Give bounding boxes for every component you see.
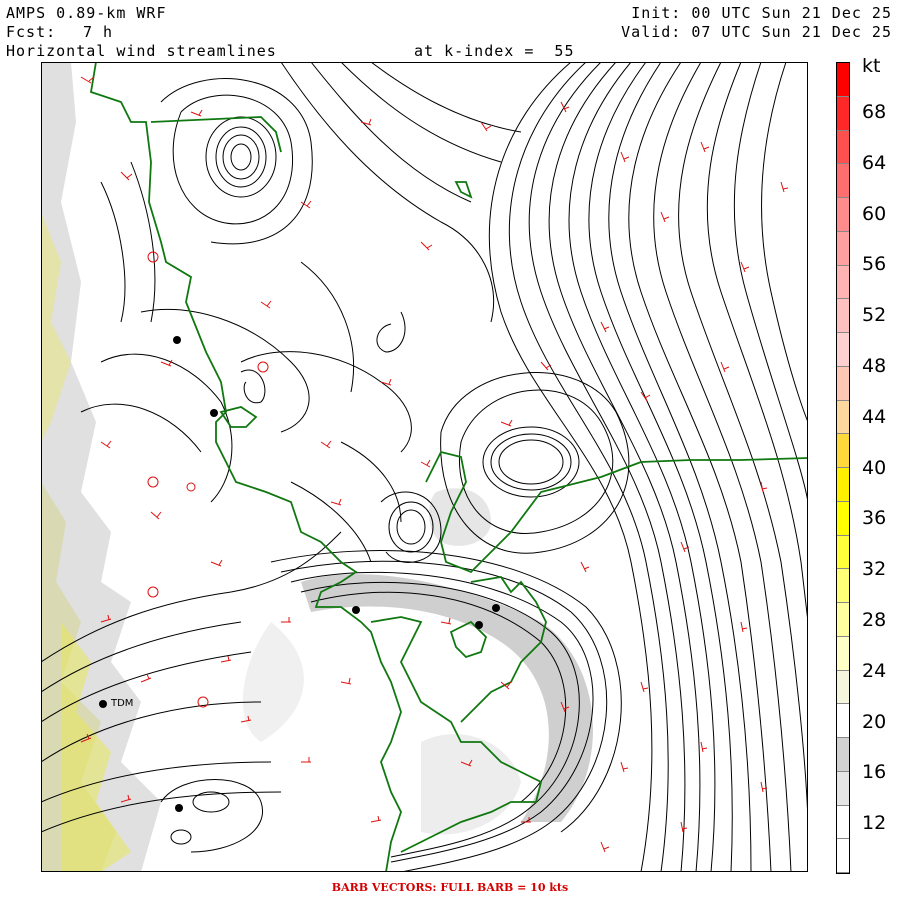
colorbar-segment [837,164,849,198]
colorbar-tick-label: 48 [862,355,887,377]
station-label-tdm: TDM [111,698,134,709]
station-dot [173,336,181,344]
colorbar-segment [837,603,849,637]
colorbar-segment [837,434,849,468]
barb-legend: BARB VECTORS: FULL BARB = 10 kts [331,881,569,894]
colorbar-tick-label: 28 [862,609,887,631]
colorbar-segment [837,265,849,300]
colorbar-tick-label: 12 [862,812,887,835]
colorbar-tick-label: 40 [862,456,887,479]
field-title: Horizontal wind streamlines [6,42,277,60]
station-tdm-dot [99,700,107,708]
colorbar-segment [837,636,849,671]
colorbar-tick-label: 56 [862,253,887,276]
colorbar-segment [837,569,849,603]
colorbar-tick-label: 68 [862,101,887,123]
colorbar-segment [837,670,849,705]
colorbar-tick-label: 24 [862,659,887,682]
colorbar-segment [837,333,849,367]
wind-speed-colorbar [836,62,850,874]
colorbar-tick-label: 32 [862,558,887,581]
level-label: at k-index = 55 [414,42,575,60]
station-dot [352,606,360,614]
colorbar-segment [837,771,849,806]
colorbar-tick-label: 52 [862,304,887,327]
colorbar-segment [837,468,849,502]
colorbar-tick-label: 44 [862,405,887,428]
colorbar-tick-label: 60 [862,202,887,225]
valid-time: Valid: 07 UTC Sun 21 Dec 25 [621,23,892,41]
colorbar-tick-label: 20 [862,710,887,733]
colorbar-segment [837,231,849,266]
colorbar-segment [837,63,849,97]
colorbar-segment [837,299,849,333]
forecast-hour-value: 7 h [83,23,114,41]
colorbar-tick-label: 36 [862,507,887,530]
colorbar-segment [837,839,849,873]
station-dot [475,621,483,629]
colorbar-segment [837,400,849,435]
colorbar-segment [837,501,849,536]
colorbar-tick-label: 64 [862,151,887,174]
forecast-hour-label: Fcst: [6,23,57,41]
colorbar-segment [837,704,849,738]
colorbar-segment [837,198,849,232]
terrain-shading [41,62,594,872]
map-canvas [41,62,808,872]
colorbar-segment [837,535,849,570]
station-dot [210,409,218,417]
init-time: Init: 00 UTC Sun 21 Dec 25 [631,4,892,22]
colorbar-segment [837,805,849,840]
streamline-map: TDM [41,62,808,872]
colorbar-segment [837,738,849,772]
colorbar-segment [837,96,849,131]
colorbar-tick-label: 16 [862,761,887,784]
station-dot [492,604,500,612]
colorbar-unit: kt [862,55,881,77]
station-dot [175,804,183,812]
colorbar-segment [837,130,849,165]
colorbar-segment [837,366,849,401]
model-title: AMPS 0.89-km WRF [6,4,167,22]
